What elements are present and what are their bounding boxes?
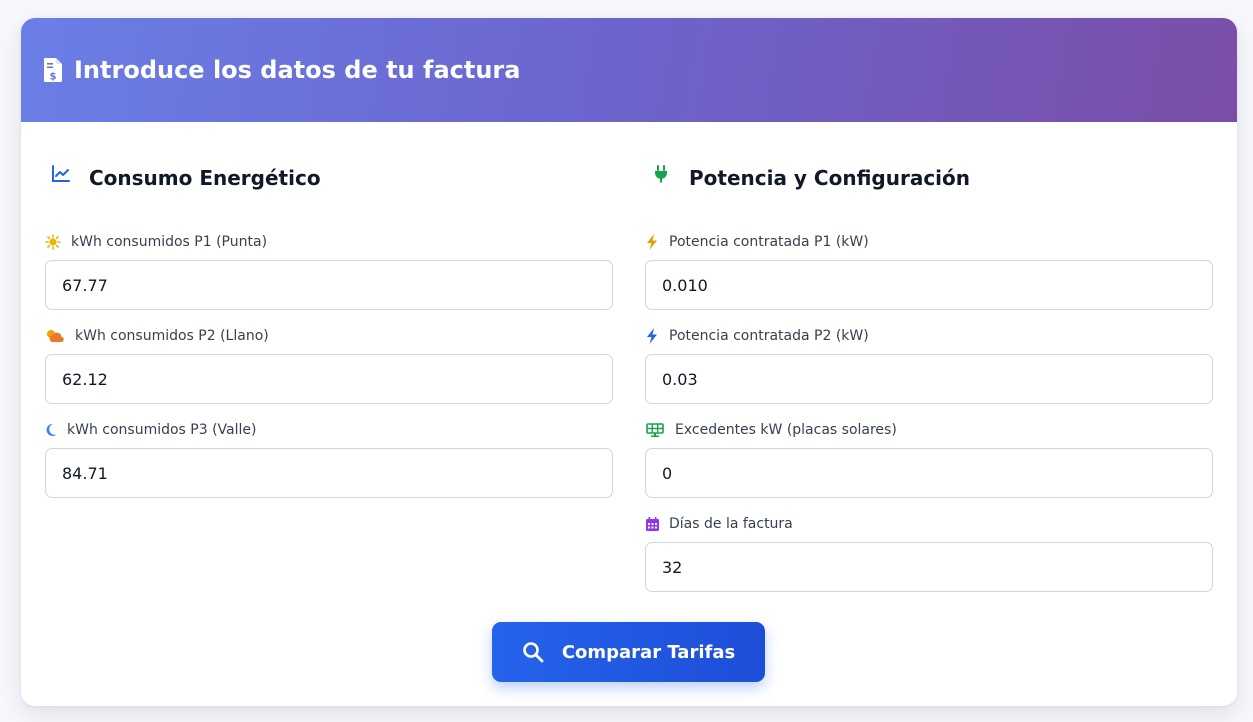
field-label-text: kWh consumidos P3 (Valle) — [67, 422, 257, 438]
bolt-icon — [645, 234, 659, 250]
field-excedentes: Excedentes kW (placas solares) — [645, 420, 1213, 498]
dias-factura-input[interactable] — [645, 542, 1213, 592]
p3-consumo-input[interactable] — [45, 448, 613, 498]
field-label-text: Días de la factura — [669, 516, 793, 532]
field-potencia-p1: Potencia contratada P1 (kW) — [645, 232, 1213, 310]
plug-icon — [651, 164, 671, 184]
potencia-p2-input[interactable] — [645, 354, 1213, 404]
field-p1-consumo: kWh consumidos P1 (Punta) — [45, 232, 613, 310]
field-label-text: kWh consumidos P1 (Punta) — [71, 234, 268, 250]
chart-line-icon — [51, 164, 71, 184]
moon-icon — [45, 422, 57, 438]
excedentes-input[interactable] — [645, 448, 1213, 498]
field-label: Días de la factura — [645, 514, 1213, 534]
bolt-icon — [645, 328, 659, 344]
p1-consumo-input[interactable] — [45, 260, 613, 310]
compare-tariffs-button[interactable]: Comparar Tarifas — [492, 622, 765, 682]
field-p2-consumo: kWh consumidos P2 (Llano) — [45, 326, 613, 404]
invoice-dollar-icon: $ — [43, 57, 63, 83]
search-icon — [522, 641, 544, 663]
card-header: $ Introduce los datos de tu factura — [21, 18, 1237, 122]
field-label-text: Potencia contratada P2 (kW) — [669, 328, 869, 344]
potencia-p1-input[interactable] — [645, 260, 1213, 310]
field-label-text: Excedentes kW (placas solares) — [675, 422, 897, 438]
p2-consumo-input[interactable] — [45, 354, 613, 404]
svg-text:$: $ — [50, 72, 57, 83]
consumo-section-title: Consumo Energético — [89, 166, 321, 190]
field-label: kWh consumidos P2 (Llano) — [45, 326, 613, 346]
field-label-text: kWh consumidos P2 (Llano) — [75, 328, 269, 344]
potencia-section-header: Potencia y Configuración — [645, 164, 971, 190]
cloud-sun-icon — [45, 328, 65, 344]
field-p3-consumo: kWh consumidos P3 (Valle) — [45, 420, 613, 498]
field-label: kWh consumidos P3 (Valle) — [45, 420, 613, 440]
calendar-icon — [645, 516, 659, 532]
consumo-section-header: Consumo Energético — [45, 164, 321, 190]
page-title: Introduce los datos de tu factura — [74, 56, 521, 84]
field-label: Excedentes kW (placas solares) — [645, 420, 1213, 440]
sun-icon — [45, 234, 61, 250]
invoice-form-card: $ Introduce los datos de tu factura Cons… — [21, 18, 1237, 706]
solar-panel-icon — [645, 422, 665, 438]
field-label: kWh consumidos P1 (Punta) — [45, 232, 613, 252]
field-label-text: Potencia contratada P1 (kW) — [669, 234, 869, 250]
potencia-section-title: Potencia y Configuración — [689, 166, 971, 190]
field-label: Potencia contratada P1 (kW) — [645, 232, 1213, 252]
field-label: Potencia contratada P2 (kW) — [645, 326, 1213, 346]
field-potencia-p2: Potencia contratada P2 (kW) — [645, 326, 1213, 404]
compare-tariffs-label: Comparar Tarifas — [561, 641, 736, 663]
field-dias-factura: Días de la factura — [645, 514, 1213, 592]
